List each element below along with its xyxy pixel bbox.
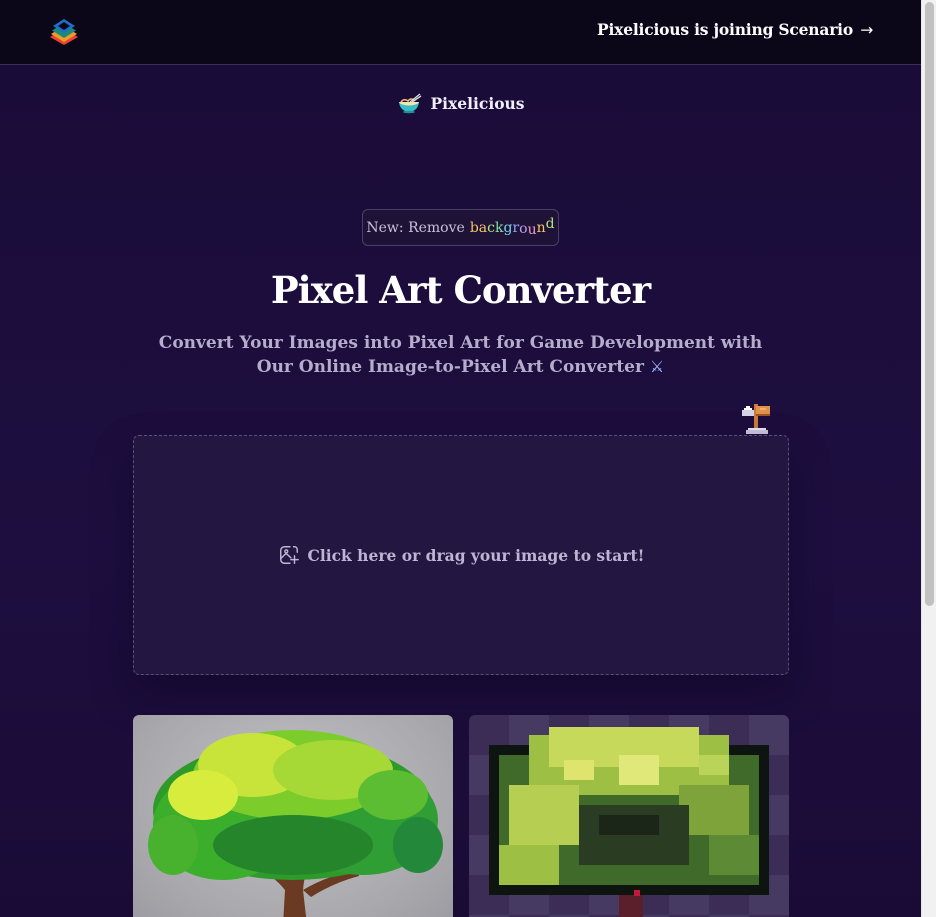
badge-letter: r bbox=[512, 219, 520, 236]
image-add-icon bbox=[279, 546, 299, 564]
announcement-link[interactable]: Pixelicious is joining Scenario → bbox=[597, 20, 873, 39]
new-feature-badge[interactable]: New: Remove background bbox=[362, 209, 559, 246]
brand-name: Pixelicious bbox=[430, 93, 525, 113]
example-pixel-image bbox=[469, 715, 789, 917]
scenario-logo-icon[interactable] bbox=[48, 17, 80, 49]
top-banner: Pixelicious is joining Scenario → bbox=[0, 0, 921, 65]
signpost-icon bbox=[742, 404, 770, 434]
page: Pixelicious is joining Scenario → Pixeli… bbox=[0, 0, 921, 917]
page-subtitle: Convert Your Images into Pixel Art for G… bbox=[150, 331, 771, 379]
announcement-text: Pixelicious is joining Scenario bbox=[597, 20, 853, 39]
badge-letter: d bbox=[545, 215, 555, 232]
example-original-image bbox=[133, 715, 453, 917]
subtitle-text: Convert Your Images into Pixel Art for G… bbox=[158, 333, 763, 377]
badge-letter: a bbox=[478, 219, 488, 236]
badge-letter: k bbox=[494, 219, 504, 236]
tree-pixel-art-image bbox=[489, 727, 769, 917]
badge-letter: n bbox=[536, 219, 546, 236]
upload-dropzone[interactable]: Click here or drag your image to start! bbox=[133, 435, 789, 675]
brand[interactable]: Pixelicious bbox=[0, 92, 921, 114]
badge-letter: u bbox=[527, 221, 537, 238]
vertical-scrollbar[interactable] bbox=[921, 0, 936, 917]
badge-letter: b bbox=[469, 219, 479, 236]
noodle-bowl-icon bbox=[399, 93, 422, 114]
dropzone-label: Click here or drag your image to start! bbox=[307, 545, 645, 565]
badge-letter: c bbox=[487, 219, 495, 236]
scrollbar-thumb[interactable] bbox=[925, 2, 934, 606]
page-title: Pixel Art Converter bbox=[270, 268, 651, 312]
badge-letter: g bbox=[503, 219, 513, 236]
arrow-right-icon: → bbox=[860, 21, 873, 39]
badge-prefix: New: Remove bbox=[366, 219, 465, 236]
crossed-swords-icon: ⚔ bbox=[649, 357, 665, 376]
badge-rainbow-word: background bbox=[469, 216, 555, 238]
badge-letter: o bbox=[519, 220, 528, 237]
tree-original-image bbox=[148, 730, 443, 917]
